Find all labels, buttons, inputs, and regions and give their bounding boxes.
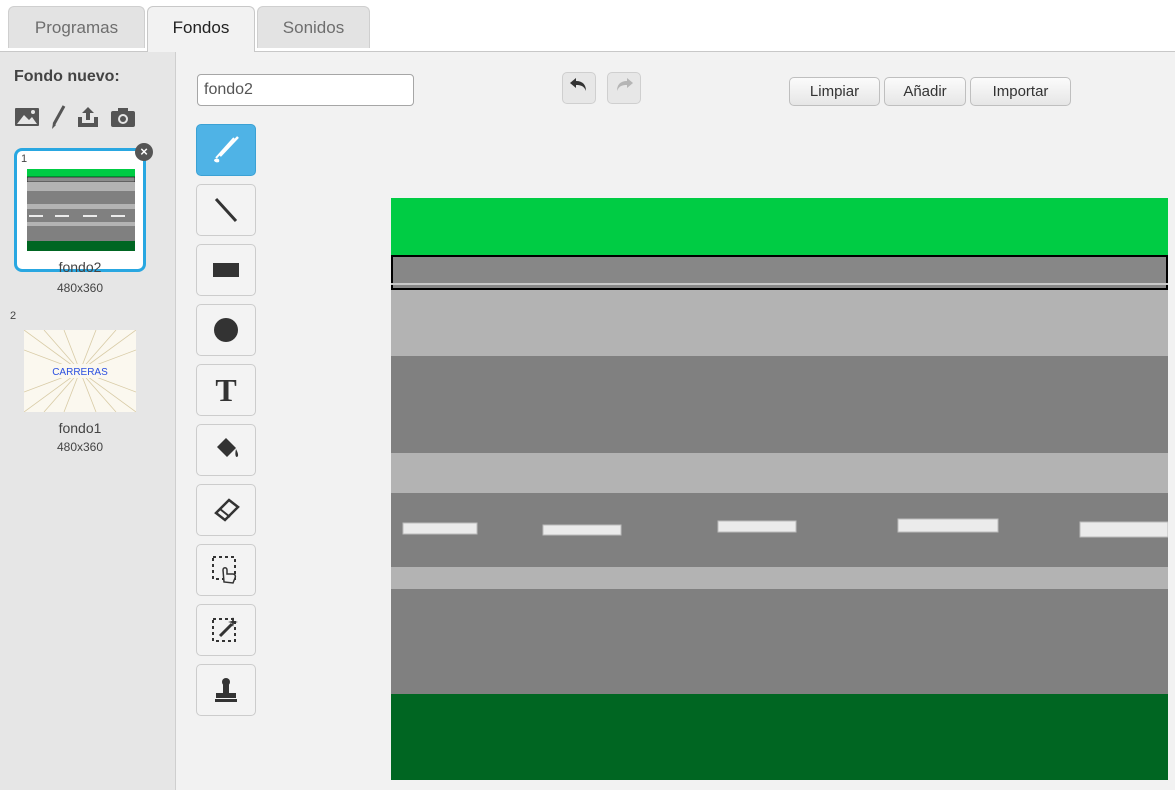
costume-name-input[interactable] (197, 74, 414, 106)
eraser-tool[interactable] (196, 484, 256, 536)
undo-icon (570, 78, 586, 91)
rectangle-tool[interactable] (196, 244, 256, 296)
ellipse-tool[interactable] (196, 304, 256, 356)
thumbnail-title: CARRERAS (52, 367, 108, 378)
magic-select-icon (212, 617, 238, 642)
backdrop-number: 2 (10, 310, 17, 322)
line-tool[interactable] (196, 184, 256, 236)
drawing-canvas[interactable] (391, 198, 1168, 780)
fill-tool[interactable] (196, 424, 256, 476)
backdrop-name: fondo1 (58, 420, 102, 436)
text-tool[interactable]: T (196, 364, 256, 416)
lane-mark (717, 520, 797, 533)
backdrop-thumbnail: CARRERAS (24, 330, 136, 412)
backdrop-number: 1 (21, 153, 28, 165)
select-icon (212, 556, 237, 584)
undo-button[interactable] (562, 72, 596, 104)
select-tool[interactable] (196, 544, 256, 596)
tab-bar: Programas Fondos Sonidos (0, 0, 1175, 52)
backdrop-thumbnail (27, 169, 135, 251)
brush-icon (214, 136, 239, 163)
new-backdrop-label: Fondo nuevo: (14, 68, 120, 85)
lane-mark (542, 524, 622, 536)
clear-button[interactable]: Limpiar (789, 77, 880, 106)
redo-icon (617, 78, 633, 91)
grass-top (391, 198, 1168, 256)
ellipse-icon (214, 318, 238, 342)
import-button[interactable]: Importar (970, 77, 1071, 106)
backdrop-list-panel: Fondo nuevo: 1 × fondo2 480x360 2 CARRER… (0, 52, 176, 790)
backdrop-item-fondo2[interactable]: 1 × fondo2 480x360 (14, 143, 153, 295)
paint-brush-icon[interactable] (50, 104, 66, 135)
stamp-tool[interactable] (196, 664, 256, 716)
lane-mark (897, 518, 999, 533)
backdrop-item-fondo1[interactable]: 2 CARRERAS fondo1 480x360 (10, 310, 146, 454)
fill-icon (217, 438, 239, 457)
backdrop-size: 480x360 (56, 440, 104, 454)
backdrop-size: 480x360 (56, 281, 104, 295)
upload-icon[interactable] (76, 105, 100, 134)
road-shoulder-bottom (391, 567, 1168, 589)
eraser-icon (214, 498, 240, 522)
new-backdrop-icons (14, 104, 136, 135)
grass-bottom (391, 694, 1168, 780)
add-button[interactable]: Añadir (884, 77, 966, 106)
delete-backdrop-icon[interactable]: × (135, 143, 153, 161)
text-icon: T (215, 371, 237, 408)
stamp-icon (215, 678, 237, 702)
tab-sonidos[interactable]: Sonidos (257, 6, 370, 48)
tab-fondos[interactable]: Fondos (147, 6, 255, 52)
camera-icon[interactable] (110, 106, 136, 133)
redo-button[interactable] (607, 72, 641, 104)
magic-select-tool[interactable] (196, 604, 256, 656)
rectangle-icon (213, 263, 239, 277)
lane-mark (402, 522, 478, 535)
line-icon (214, 197, 238, 223)
lane-mark (1079, 521, 1168, 538)
backdrop-name: fondo2 (58, 259, 102, 275)
tab-programas[interactable]: Programas (8, 6, 145, 48)
image-library-icon[interactable] (14, 107, 40, 132)
road-shoulder-top (391, 290, 1168, 356)
brush-tool[interactable] (196, 124, 256, 176)
road-stripe-light (391, 453, 1168, 493)
